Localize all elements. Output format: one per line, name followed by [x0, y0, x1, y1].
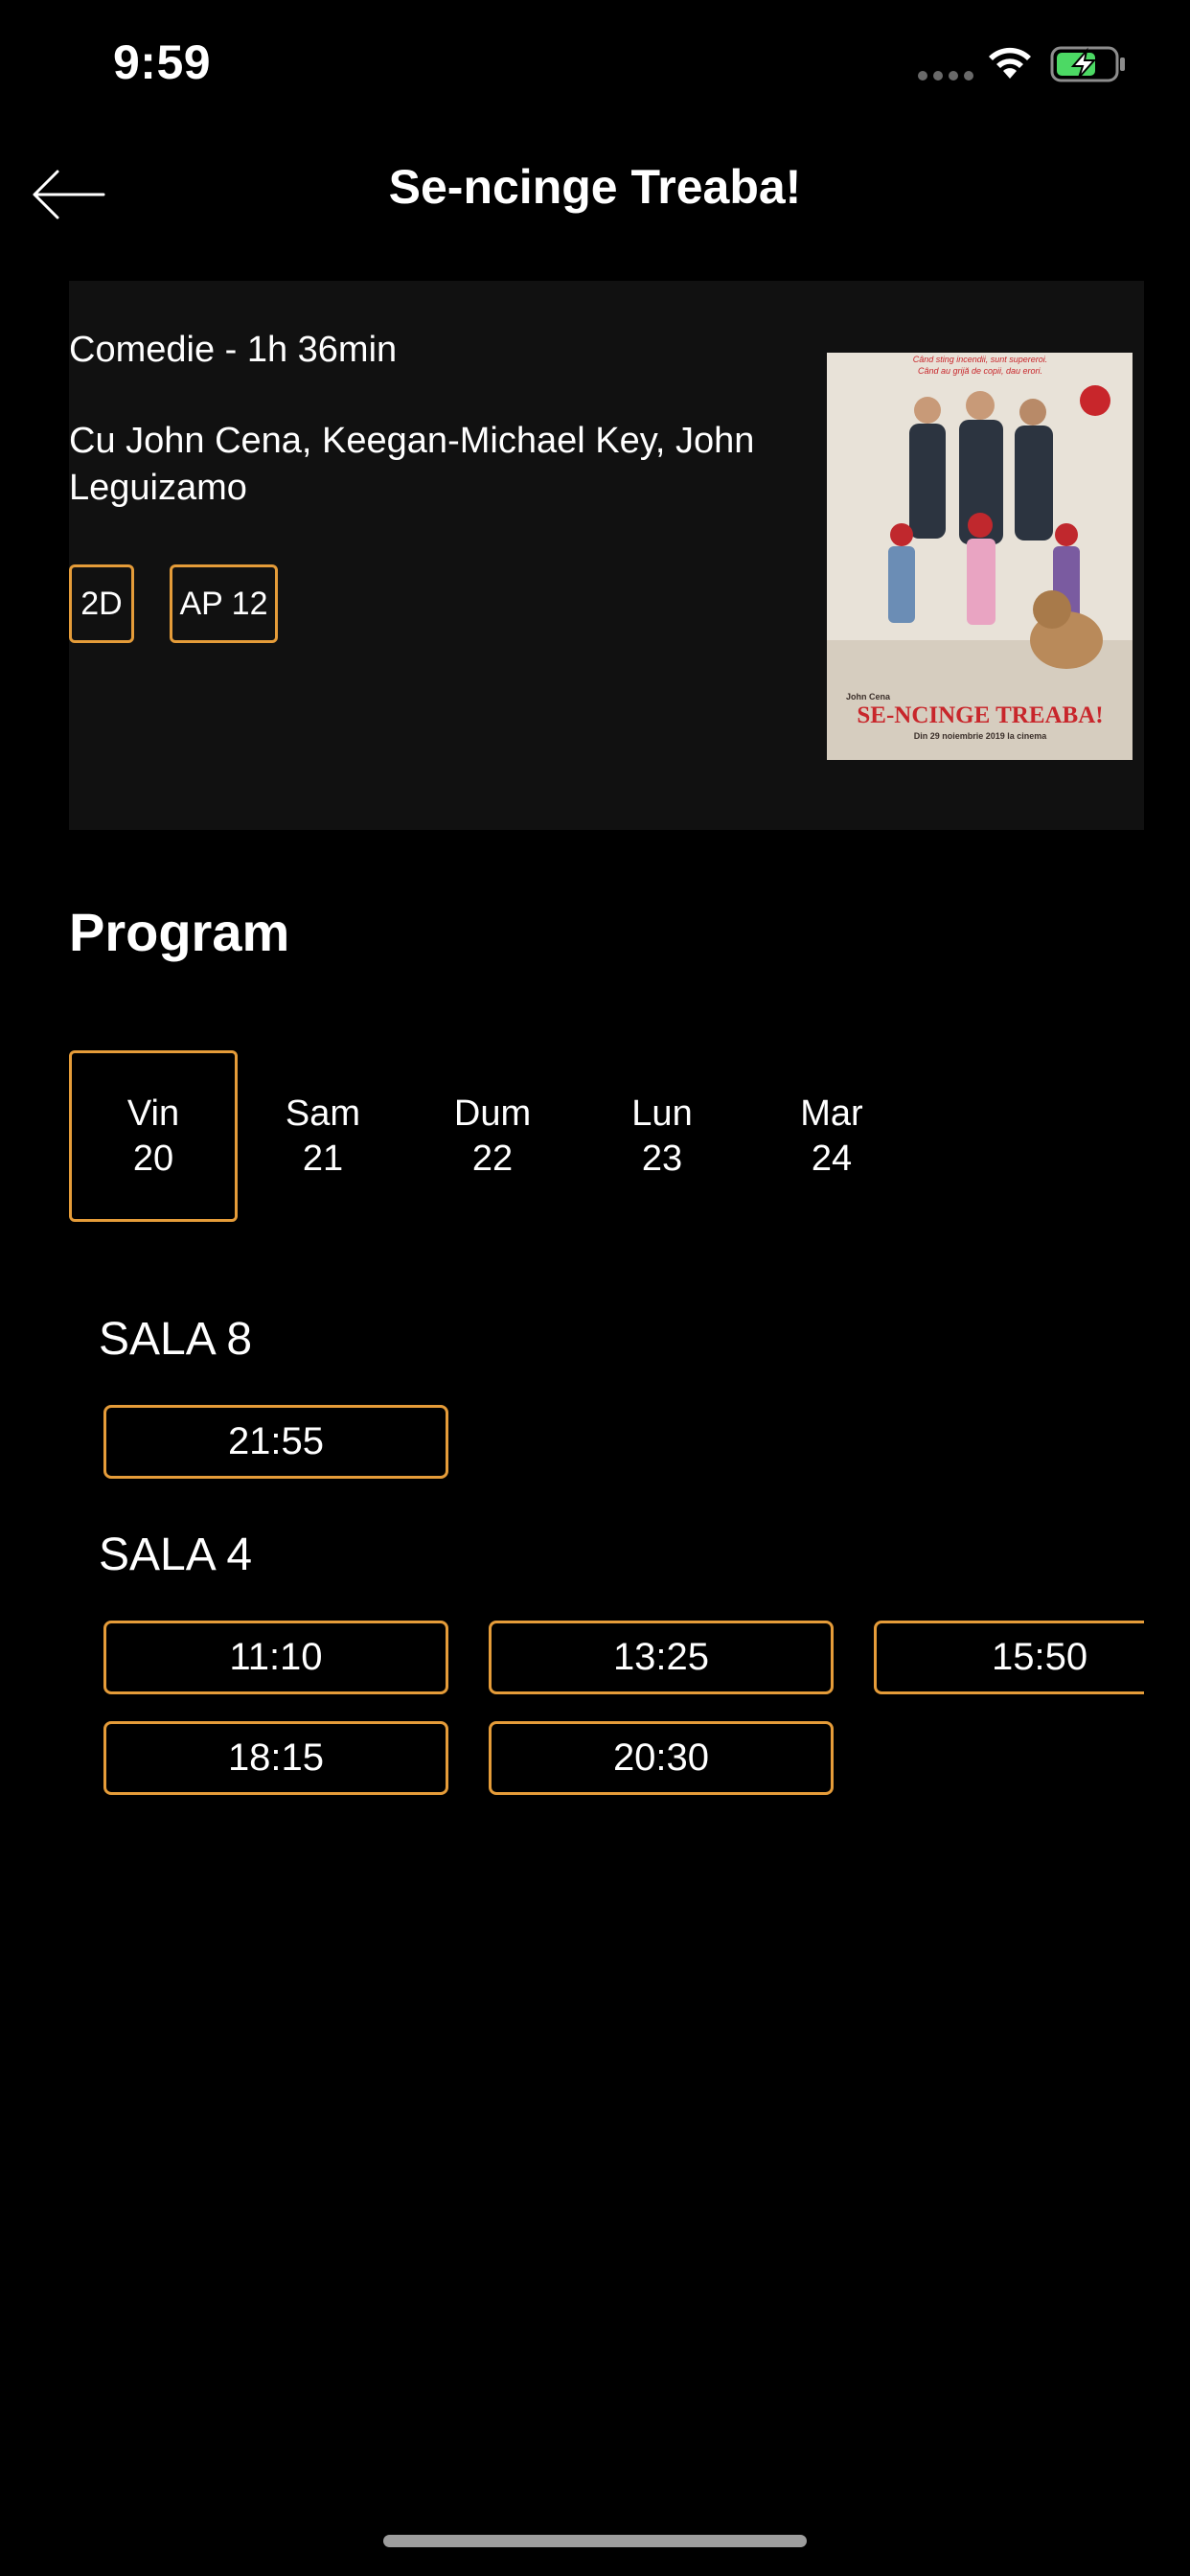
date-tab-number: 21 — [302, 1138, 344, 1179]
date-tab-vin-20[interactable]: Vin 20 — [69, 1050, 238, 1222]
date-tab-day: Lun — [631, 1092, 693, 1134]
wifi-icon — [985, 44, 1035, 85]
showtime-button[interactable]: 11:10 — [103, 1621, 448, 1694]
date-tab-day: Sam — [285, 1092, 361, 1134]
poster-tagline-1: Când sting incendii, sunt supereroi. — [913, 355, 1048, 364]
status-time: 9:59 — [113, 35, 212, 89]
poster-title: SE-NCINGE TREABA! — [857, 702, 1103, 728]
genre-duration: Comedie - 1h 36min — [69, 330, 398, 370]
date-tab-dum-22[interactable]: Dum 22 — [408, 1050, 577, 1222]
hall-name: SALA 4 — [99, 1530, 253, 1580]
date-tab-number: 24 — [811, 1138, 853, 1179]
poster-actor: John Cena — [846, 692, 891, 702]
home-indicator[interactable] — [383, 2535, 807, 2547]
page-title: Se-ncinge Treaba! — [388, 160, 802, 214]
date-tab-mar-24[interactable]: Mar 24 — [747, 1050, 916, 1222]
age-rating-badge: AP 12 — [170, 564, 278, 643]
date-tab-lun-23[interactable]: Lun 23 — [578, 1050, 746, 1222]
date-tab-number: 20 — [132, 1138, 174, 1179]
date-tab-day: Vin — [126, 1092, 180, 1134]
showtime-button[interactable]: 21:55 — [103, 1405, 448, 1479]
program-title: Program — [69, 902, 290, 962]
cellular-signal-icon — [918, 71, 973, 80]
date-tab-day: Mar — [800, 1092, 863, 1134]
movie-poster: Când sting incendii, sunt supereroi. Cân… — [827, 353, 1133, 760]
date-tab-sam-21[interactable]: Sam 21 — [239, 1050, 407, 1222]
hall-name: SALA 8 — [99, 1314, 253, 1365]
cast-list: Cu John Cena, Keegan-Michael Key, John L… — [69, 421, 755, 508]
showtime-button[interactable]: 20:30 — [489, 1721, 834, 1795]
poster-tagline-2: Când au grijă de copii, dau erori. — [918, 366, 1042, 376]
showtime-button[interactable]: 15:50 — [874, 1621, 1144, 1694]
format-badge: 2D — [69, 564, 134, 643]
date-tab-number: 22 — [471, 1138, 514, 1179]
date-tab-number: 23 — [641, 1138, 683, 1179]
poster-release: Din 29 noiembrie 2019 la cinema — [914, 731, 1048, 741]
battery-charging-icon — [1050, 46, 1127, 87]
date-tab-day: Dum — [453, 1092, 532, 1134]
showtime-button[interactable]: 18:15 — [103, 1721, 448, 1795]
showtime-button[interactable]: 13:25 — [489, 1621, 834, 1694]
